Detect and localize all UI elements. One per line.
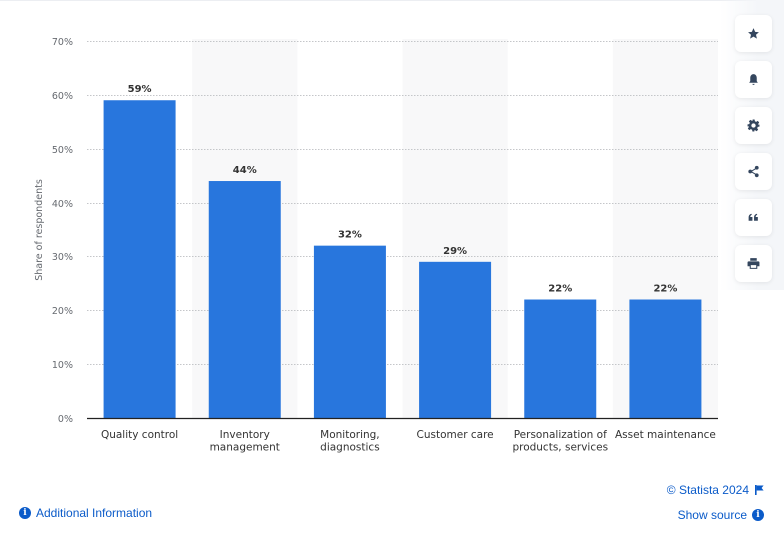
show-source-label: Show source xyxy=(677,508,747,522)
toolbar xyxy=(720,0,784,290)
x-tick-label-line: Asset maintenance xyxy=(615,429,716,441)
bar[interactable] xyxy=(313,245,386,418)
show-source-link[interactable]: Show source i xyxy=(678,508,764,522)
print-icon xyxy=(747,258,760,269)
x-tick-label: Asset maintenance xyxy=(615,429,716,441)
notification-button[interactable] xyxy=(735,61,772,98)
share-button[interactable] xyxy=(735,153,772,190)
copyright[interactable]: © Statista 2024 xyxy=(667,483,764,497)
data-label: 32% xyxy=(338,230,362,241)
y-tick-label: 60% xyxy=(52,91,73,102)
x-tick-label-line: diagnostics xyxy=(320,442,380,454)
x-tick-label: Quality control xyxy=(101,429,178,441)
y-tick-label: 10% xyxy=(52,360,73,371)
x-tick-label-line: Monitoring, xyxy=(320,429,380,441)
copyright-text: © Statista 2024 xyxy=(666,483,749,497)
bar[interactable] xyxy=(524,299,597,418)
y-axis-label: Share of respondents xyxy=(34,179,45,281)
print-button[interactable] xyxy=(735,245,772,282)
x-tick-label-line: Personalization of xyxy=(514,429,607,441)
star-icon xyxy=(748,28,759,39)
quote-icon xyxy=(748,213,758,221)
additional-information-label: Additional Information xyxy=(36,506,153,520)
x-tick-label: Personalization of products, services xyxy=(512,429,608,454)
x-tick-label-line: Inventory xyxy=(220,429,270,441)
x-tick-label-line: Customer care xyxy=(417,429,494,441)
cite-button[interactable] xyxy=(735,199,772,236)
y-tick-label: 0% xyxy=(58,414,73,425)
bar[interactable] xyxy=(629,299,702,418)
data-label: 44% xyxy=(233,165,257,176)
x-tick-label: Customer care xyxy=(417,429,494,441)
y-tick-label: 30% xyxy=(52,252,73,263)
gear-icon xyxy=(747,119,760,132)
y-tick-label: 20% xyxy=(52,306,73,317)
bell-icon xyxy=(749,74,758,85)
x-tick-label-line: management xyxy=(210,442,280,454)
settings-button[interactable] xyxy=(735,107,772,144)
data-label: 22% xyxy=(548,284,572,295)
x-tick-label: Monitoring, diagnostics xyxy=(320,429,380,454)
data-label: 59% xyxy=(128,84,152,95)
y-axis-ticks: 0% 10% 20% 30% 40% 50% 60% 70% xyxy=(52,37,73,425)
x-axis-labels: Quality control Inventory management Monito… xyxy=(101,429,716,454)
x-tick-label-line: products, services xyxy=(512,442,608,454)
x-tick-label-line: Quality control xyxy=(101,429,178,441)
data-label: 29% xyxy=(443,246,467,257)
x-tick-label: Inventory management xyxy=(210,429,280,454)
info-icon: i xyxy=(19,507,31,519)
y-tick-label: 50% xyxy=(52,145,73,156)
bar[interactable] xyxy=(103,100,176,418)
bar[interactable] xyxy=(419,261,492,418)
flag-icon xyxy=(755,485,764,495)
info-icon: i xyxy=(752,509,764,521)
share-icon xyxy=(748,165,759,178)
y-tick-label: 70% xyxy=(52,37,73,48)
additional-information-link[interactable]: i Additional Information xyxy=(19,506,152,520)
favorite-button[interactable] xyxy=(735,15,772,52)
bar[interactable] xyxy=(208,181,281,418)
data-label: 22% xyxy=(653,284,677,295)
bar-chart: 0% 10% 20% 30% 40% 50% 60% 70% Share of respond… xyxy=(34,37,718,454)
y-tick-label: 40% xyxy=(52,199,73,210)
